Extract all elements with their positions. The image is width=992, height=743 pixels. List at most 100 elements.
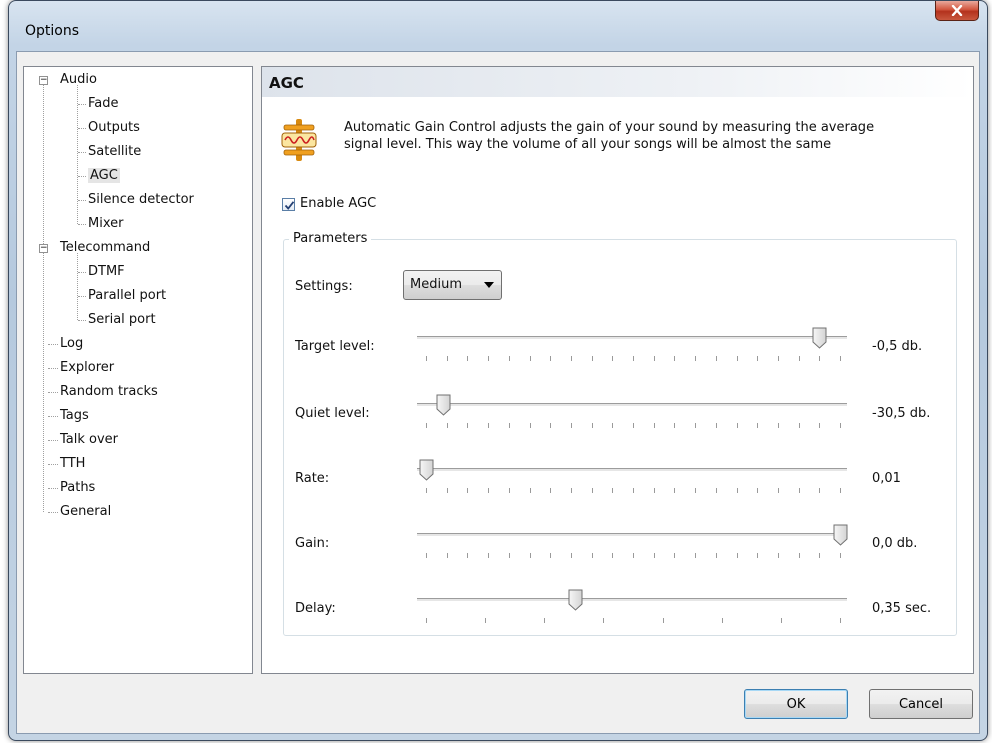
tree-item-general[interactable]: General <box>60 501 111 523</box>
slider-tick <box>840 488 841 493</box>
options-tree: Audio − Fade Outputs Satellite AGC Silence det… <box>23 66 253 674</box>
title-bar[interactable]: Options <box>9 1 987 39</box>
slider-tick <box>840 356 841 361</box>
tree-connector <box>48 488 58 489</box>
delay-slider-track[interactable] <box>417 598 847 602</box>
settings-label: Settings: <box>295 279 353 294</box>
slider-tick <box>509 488 510 493</box>
slider-tick <box>716 423 717 428</box>
tree-item-mixer[interactable]: Mixer <box>88 213 123 235</box>
tree-item-outputs[interactable]: Outputs <box>88 117 140 139</box>
quiet-level-slider-track[interactable] <box>417 403 847 407</box>
slider-tick <box>509 553 510 558</box>
close-button[interactable] <box>935 1 979 21</box>
slider-tick <box>530 553 531 558</box>
slider-tick <box>485 618 486 623</box>
gain-slider-track[interactable] <box>417 533 847 537</box>
tree-item-satellite[interactable]: Satellite <box>88 141 141 163</box>
rate-slider-track[interactable] <box>417 468 847 472</box>
tree-connector <box>48 440 58 441</box>
options-window: Options Audio − Fade Outputs Satellite AGC Sil… <box>8 0 988 741</box>
slider-tick <box>654 553 655 558</box>
tree-connector <box>78 272 86 273</box>
slider-tick <box>592 553 593 558</box>
collapse-icon[interactable]: − <box>39 244 48 253</box>
tree-item-serial-port[interactable]: Serial port <box>88 309 156 331</box>
tree-item-explorer[interactable]: Explorer <box>60 357 114 379</box>
tree-connector <box>78 224 86 225</box>
slider-tick <box>840 618 841 623</box>
target-level-slider-track[interactable] <box>417 336 847 340</box>
slider-tick <box>757 356 758 361</box>
tree-item-paths[interactable]: Paths <box>60 477 95 499</box>
tree-item-talk-over[interactable]: Talk over <box>60 429 118 451</box>
tree-connector <box>48 392 58 393</box>
tree-item-label: Satellite <box>88 144 142 159</box>
ok-button[interactable]: OK <box>744 689 848 719</box>
slider-tick <box>592 356 593 361</box>
slider-tick <box>633 423 634 428</box>
tree-item-tth[interactable]: TTH <box>60 453 85 475</box>
slider-tick <box>737 423 738 428</box>
slider-tick <box>467 423 468 428</box>
gain-label: Gain: <box>295 536 330 551</box>
slider-tick <box>674 356 675 361</box>
tree-connector <box>48 464 58 465</box>
slider-tick <box>819 553 820 558</box>
slider-tick <box>467 553 468 558</box>
slider-tick <box>737 488 738 493</box>
target-level-value: -0,5 db. <box>872 339 923 354</box>
tree-item-tags[interactable]: Tags <box>60 405 89 427</box>
cancel-button[interactable]: Cancel <box>869 689 973 719</box>
slider-tick <box>571 553 572 558</box>
slider-tick <box>716 488 717 493</box>
quiet-level-slider-thumb[interactable] <box>436 394 451 416</box>
description-line-1: Automatic Gain Control adjusts the gain … <box>344 120 875 135</box>
tree-item-agc[interactable]: AGC <box>88 165 120 187</box>
tree-item-log[interactable]: Log <box>60 333 83 355</box>
tree-item-silence-detector[interactable]: Silence detector <box>88 189 194 211</box>
tree-connector <box>78 320 86 321</box>
gain-slider-thumb[interactable] <box>833 524 848 546</box>
tree-item-audio[interactable]: Audio <box>60 69 97 91</box>
settings-dropdown[interactable]: Medium <box>403 270 502 300</box>
slider-tick <box>654 356 655 361</box>
slider-tick <box>819 356 820 361</box>
enable-agc-label[interactable]: Enable AGC <box>300 196 376 211</box>
target-level-slider-thumb[interactable] <box>812 327 827 349</box>
tree-item-label: Mixer <box>88 216 124 231</box>
tree-item-label: Serial port <box>88 312 156 327</box>
slider-tick <box>530 423 531 428</box>
slider-tick <box>799 553 800 558</box>
slider-tick <box>612 423 613 428</box>
checkmark-icon <box>284 201 295 210</box>
tree-item-telecommand[interactable]: Telecommand <box>60 237 150 259</box>
slider-tick <box>447 423 448 428</box>
slider-tick <box>530 488 531 493</box>
slider-tick <box>426 423 427 428</box>
slider-tick <box>633 356 634 361</box>
slider-tick <box>550 423 551 428</box>
tree-connector <box>48 368 58 369</box>
parameters-groupbox <box>283 239 957 636</box>
tree-item-label: Audio <box>60 72 97 87</box>
slider-tick <box>654 423 655 428</box>
slider-tick <box>716 553 717 558</box>
rate-slider-thumb[interactable] <box>419 459 434 481</box>
delay-slider-thumb[interactable] <box>568 589 583 611</box>
tree-item-label: Parallel port <box>88 288 167 303</box>
slider-tick <box>663 618 664 623</box>
tree-item-label: DTMF <box>88 264 125 279</box>
slider-tick <box>488 423 489 428</box>
tree-item-label: General <box>60 504 112 519</box>
tree-item-random-tracks[interactable]: Random tracks <box>60 381 158 403</box>
rate-slider-ticks <box>426 488 841 493</box>
tree-item-parallel-port[interactable]: Parallel port <box>88 285 166 307</box>
slider-tick <box>592 488 593 493</box>
enable-agc-checkbox[interactable] <box>282 198 295 211</box>
tree-branch-line <box>77 253 78 320</box>
tree-item-dtmf[interactable]: DTMF <box>88 261 125 283</box>
quiet-level-label: Quiet level: <box>295 406 370 421</box>
tree-item-fade[interactable]: Fade <box>88 93 119 115</box>
collapse-icon[interactable]: − <box>39 76 48 85</box>
